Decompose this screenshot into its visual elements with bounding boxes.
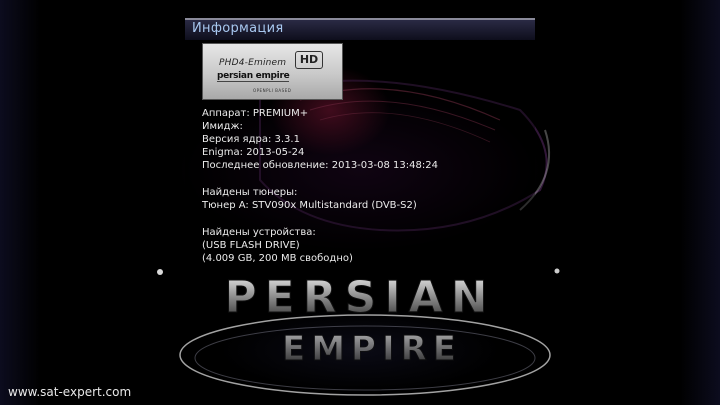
skin-logo: PHD4-Eminem HD persian empire OPENPLI BA… — [202, 43, 343, 100]
info-tuner-a: Тюнер A: STV090x Multistandard (DVB-S2) — [202, 200, 417, 211]
logo-tagline: OPENPLI BASED — [253, 88, 292, 93]
info-tuners-header: Найдены тюнеры: — [202, 187, 298, 198]
window-title: Информация — [192, 21, 284, 36]
info-device-name: (USB FLASH DRIVE) — [202, 240, 300, 251]
window-title-bar: Информация — [185, 18, 535, 40]
info-device-size: (4.009 GB, 200 MB свободно) — [202, 253, 353, 264]
sparkle-right — [554, 268, 560, 274]
info-last-update: Последнее обновление: 2013-03-08 13:48:2… — [202, 160, 438, 171]
info-text-block: Аппарат: PREMIUM+ Имидж: Версия ядра: 3.… — [202, 107, 438, 265]
info-devices-header: Найдены устройства: — [202, 227, 316, 238]
info-device: Аппарат: PREMIUM+ — [202, 108, 309, 119]
logo-hd-badge: HD — [295, 51, 323, 69]
info-kernel: Версия ядра: 3.3.1 — [202, 134, 300, 145]
background-logo-word2: EMPIRE — [282, 329, 462, 369]
site-watermark: www.sat-expert.com — [8, 385, 132, 399]
logo-skin-name: PHD4-Eminem — [219, 58, 287, 68]
sparkle-left — [157, 269, 163, 275]
logo-brand: persian empire — [217, 71, 290, 82]
info-enigma: Enigma: 2013-05-24 — [202, 147, 305, 158]
background-logo-word1: PERSIAN — [224, 272, 495, 323]
info-image: Имидж: — [202, 121, 243, 132]
